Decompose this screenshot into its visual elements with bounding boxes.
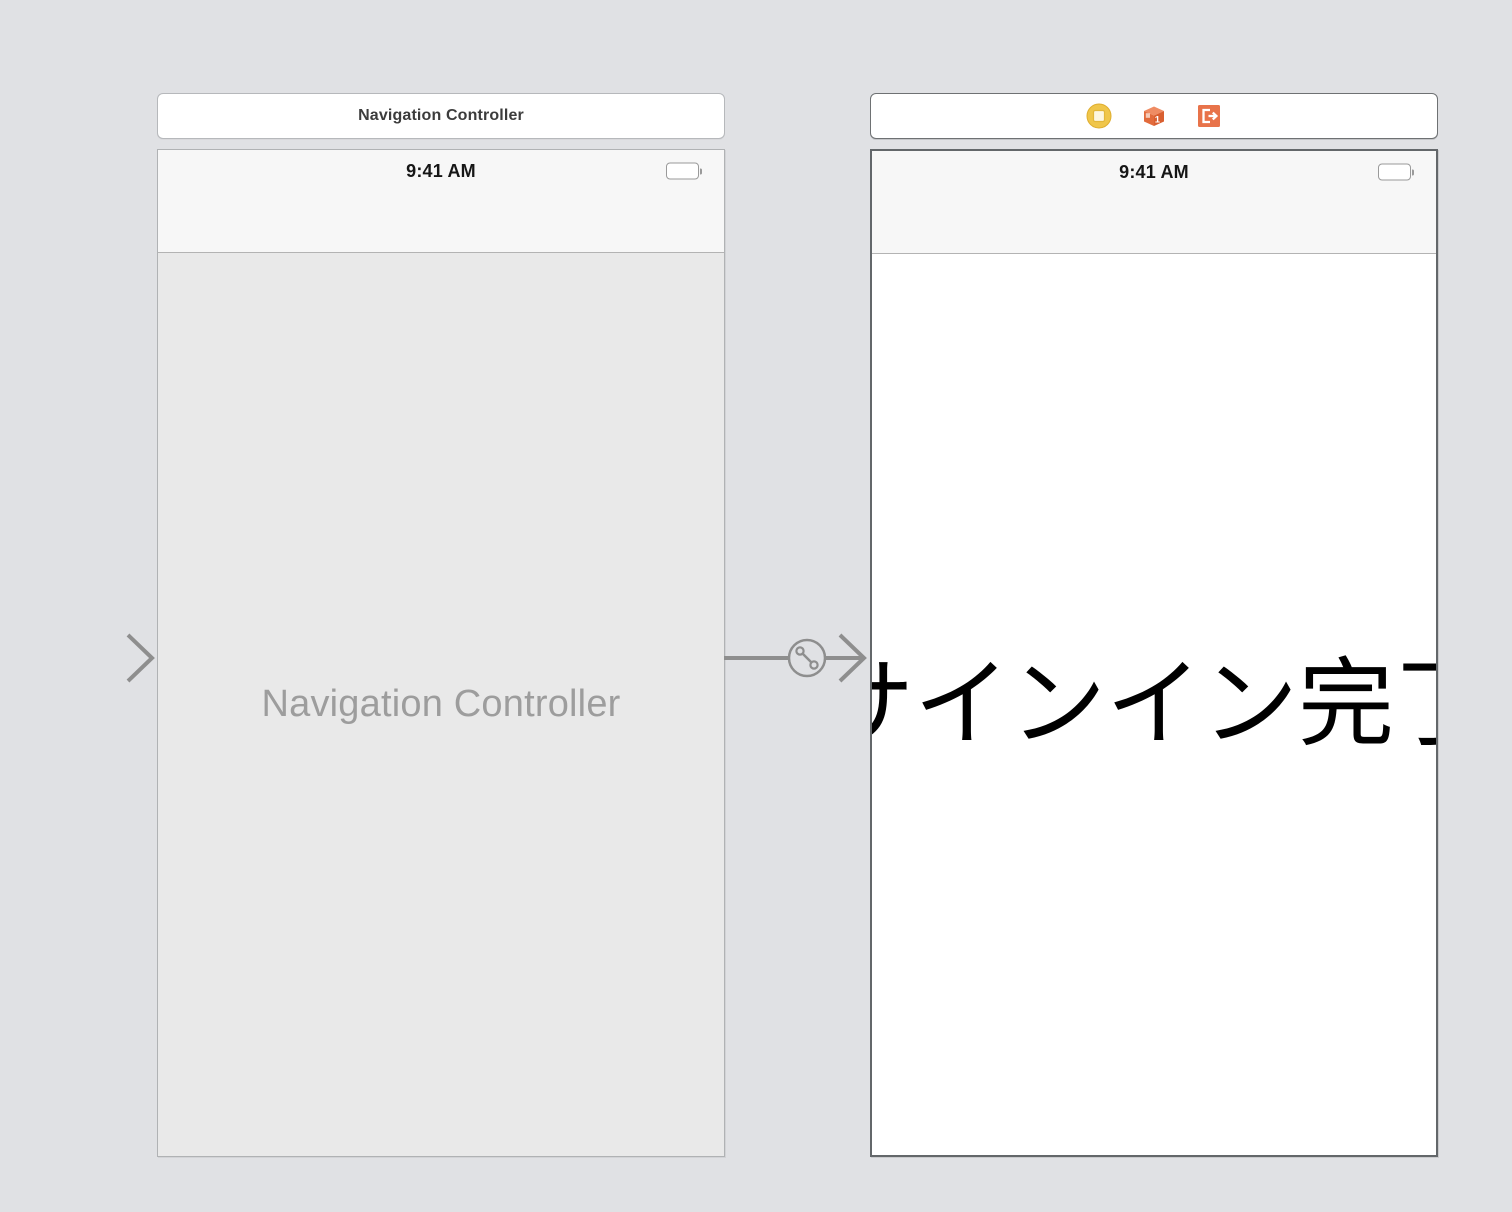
scene-dock-title: Navigation Controller xyxy=(358,107,524,125)
scene-content-area[interactable]: Navigation Controller xyxy=(158,253,724,1156)
exit-icon[interactable] xyxy=(1196,103,1222,129)
scene-navigation-controller[interactable]: Navigation Controller 9:41 AM Navigation… xyxy=(157,93,725,1157)
initial-view-controller-entry-arrow[interactable] xyxy=(0,628,162,688)
scene-dock-sign-in-complete[interactable]: 1 xyxy=(870,93,1438,139)
svg-text:1: 1 xyxy=(1155,115,1161,126)
segue-show-icon xyxy=(789,640,825,676)
scene-dock-navigation-controller[interactable]: Navigation Controller xyxy=(157,93,725,139)
battery-full-icon xyxy=(1378,164,1415,181)
scene-content-area[interactable]: サインイン完了 xyxy=(872,254,1436,1155)
show-segue-connector[interactable] xyxy=(724,628,874,688)
status-bar: 9:41 AM xyxy=(158,150,724,192)
battery-full-icon xyxy=(666,163,703,180)
device-frame-sign-in-complete[interactable]: 9:41 AM サインイン完了 xyxy=(870,149,1438,1157)
navigation-bar[interactable] xyxy=(872,193,1436,254)
scene-dock-icons[interactable]: 1 xyxy=(1086,103,1222,129)
view-controller-icon[interactable] xyxy=(1086,103,1112,129)
device-frame-navigation-controller[interactable]: 9:41 AM Navigation Controller xyxy=(157,149,725,1157)
scene-sign-in-complete[interactable]: 1 9:41 AM xyxy=(870,93,1438,1157)
storyboard-canvas[interactable]: Navigation Controller 9:41 AM Navigation… xyxy=(0,0,1512,1212)
first-responder-icon[interactable]: 1 xyxy=(1141,103,1167,129)
navigation-controller-placeholder-label: Navigation Controller xyxy=(261,683,620,726)
status-bar-time: 9:41 AM xyxy=(1119,162,1189,183)
navigation-bar[interactable] xyxy=(158,192,724,253)
status-bar-time: 9:41 AM xyxy=(406,161,476,182)
sign-in-complete-label: サインイン完了 xyxy=(870,652,1438,758)
status-bar: 9:41 AM xyxy=(872,151,1436,193)
